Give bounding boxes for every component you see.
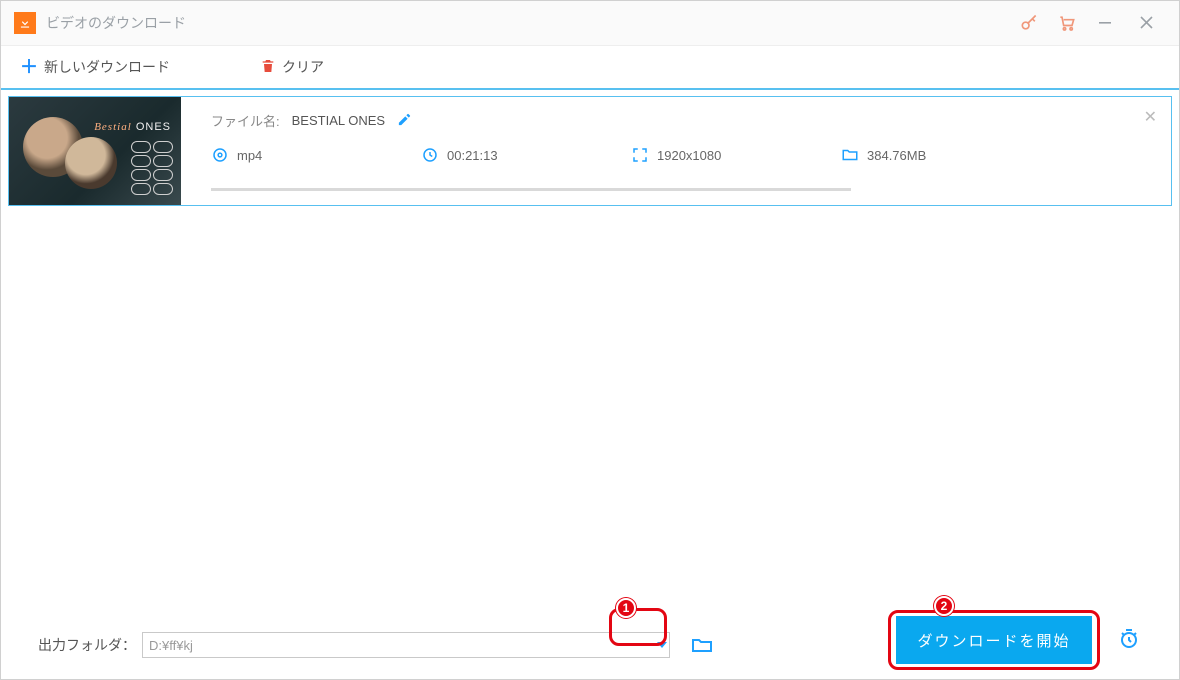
clock-icon (421, 146, 439, 164)
output-folder-label: 出力フォルダ： (38, 635, 136, 655)
meta-size: 384.76MB (841, 146, 961, 164)
start-download-button[interactable]: ダウンロードを開始 (896, 616, 1092, 664)
download-item: Bestial ONES ファイル名: BESTIAL ONES mp4 00:… (8, 96, 1172, 206)
start-download-label: ダウンロードを開始 (917, 630, 1070, 651)
meta-duration: 00:21:13 (421, 146, 541, 164)
titlebar: ビデオのダウンロード (0, 0, 1180, 46)
minimize-button[interactable] (1086, 5, 1126, 41)
edit-filename-icon[interactable] (397, 112, 412, 130)
new-download-button[interactable]: ＋ 新しいダウンロード (20, 57, 170, 77)
folder-icon (841, 146, 859, 164)
duration-value: 00:21:13 (447, 148, 498, 163)
thumbnail-caption: Bestial ONES (94, 121, 171, 133)
filename: BESTIAL ONES (292, 113, 385, 128)
size-value: 384.76MB (867, 148, 926, 163)
meta-resolution: 1920x1080 (631, 146, 751, 164)
progress-bar (211, 188, 851, 191)
app-logo-icon (14, 12, 36, 34)
clear-button[interactable]: クリア (260, 57, 324, 77)
item-body: ファイル名: BESTIAL ONES mp4 00:21:13 1920x10… (181, 97, 1171, 205)
browse-folder-button[interactable] (688, 631, 716, 659)
disc-icon (211, 146, 229, 164)
new-download-label: 新しいダウンロード (44, 57, 170, 77)
thumbnail-laurels (131, 141, 177, 195)
bottom-bar: 出力フォルダ： D:¥ff¥kj ダウンロードを開始 (0, 610, 1180, 680)
output-folder-path: D:¥ff¥kj (149, 638, 193, 653)
close-button[interactable] (1126, 5, 1166, 41)
cart-icon[interactable] (1048, 5, 1086, 41)
clear-label: クリア (282, 57, 324, 77)
meta-format: mp4 (211, 146, 331, 164)
window-title: ビデオのダウンロード (46, 13, 186, 33)
trash-icon (260, 58, 276, 77)
output-folder-input[interactable]: D:¥ff¥kj (142, 632, 670, 658)
dropdown-arrow-icon[interactable] (657, 642, 667, 648)
plus-icon: ＋ (20, 58, 38, 76)
toolbar: ＋ 新しいダウンロード クリア (0, 46, 1180, 90)
thumbnail: Bestial ONES (9, 97, 181, 205)
expand-icon (631, 146, 649, 164)
key-icon[interactable] (1010, 5, 1048, 41)
schedule-button[interactable] (1112, 622, 1146, 656)
remove-item-button[interactable]: ✕ (1144, 107, 1157, 127)
resolution-value: 1920x1080 (657, 148, 721, 163)
filename-label: ファイル名: (211, 111, 280, 130)
format-value: mp4 (237, 148, 262, 163)
